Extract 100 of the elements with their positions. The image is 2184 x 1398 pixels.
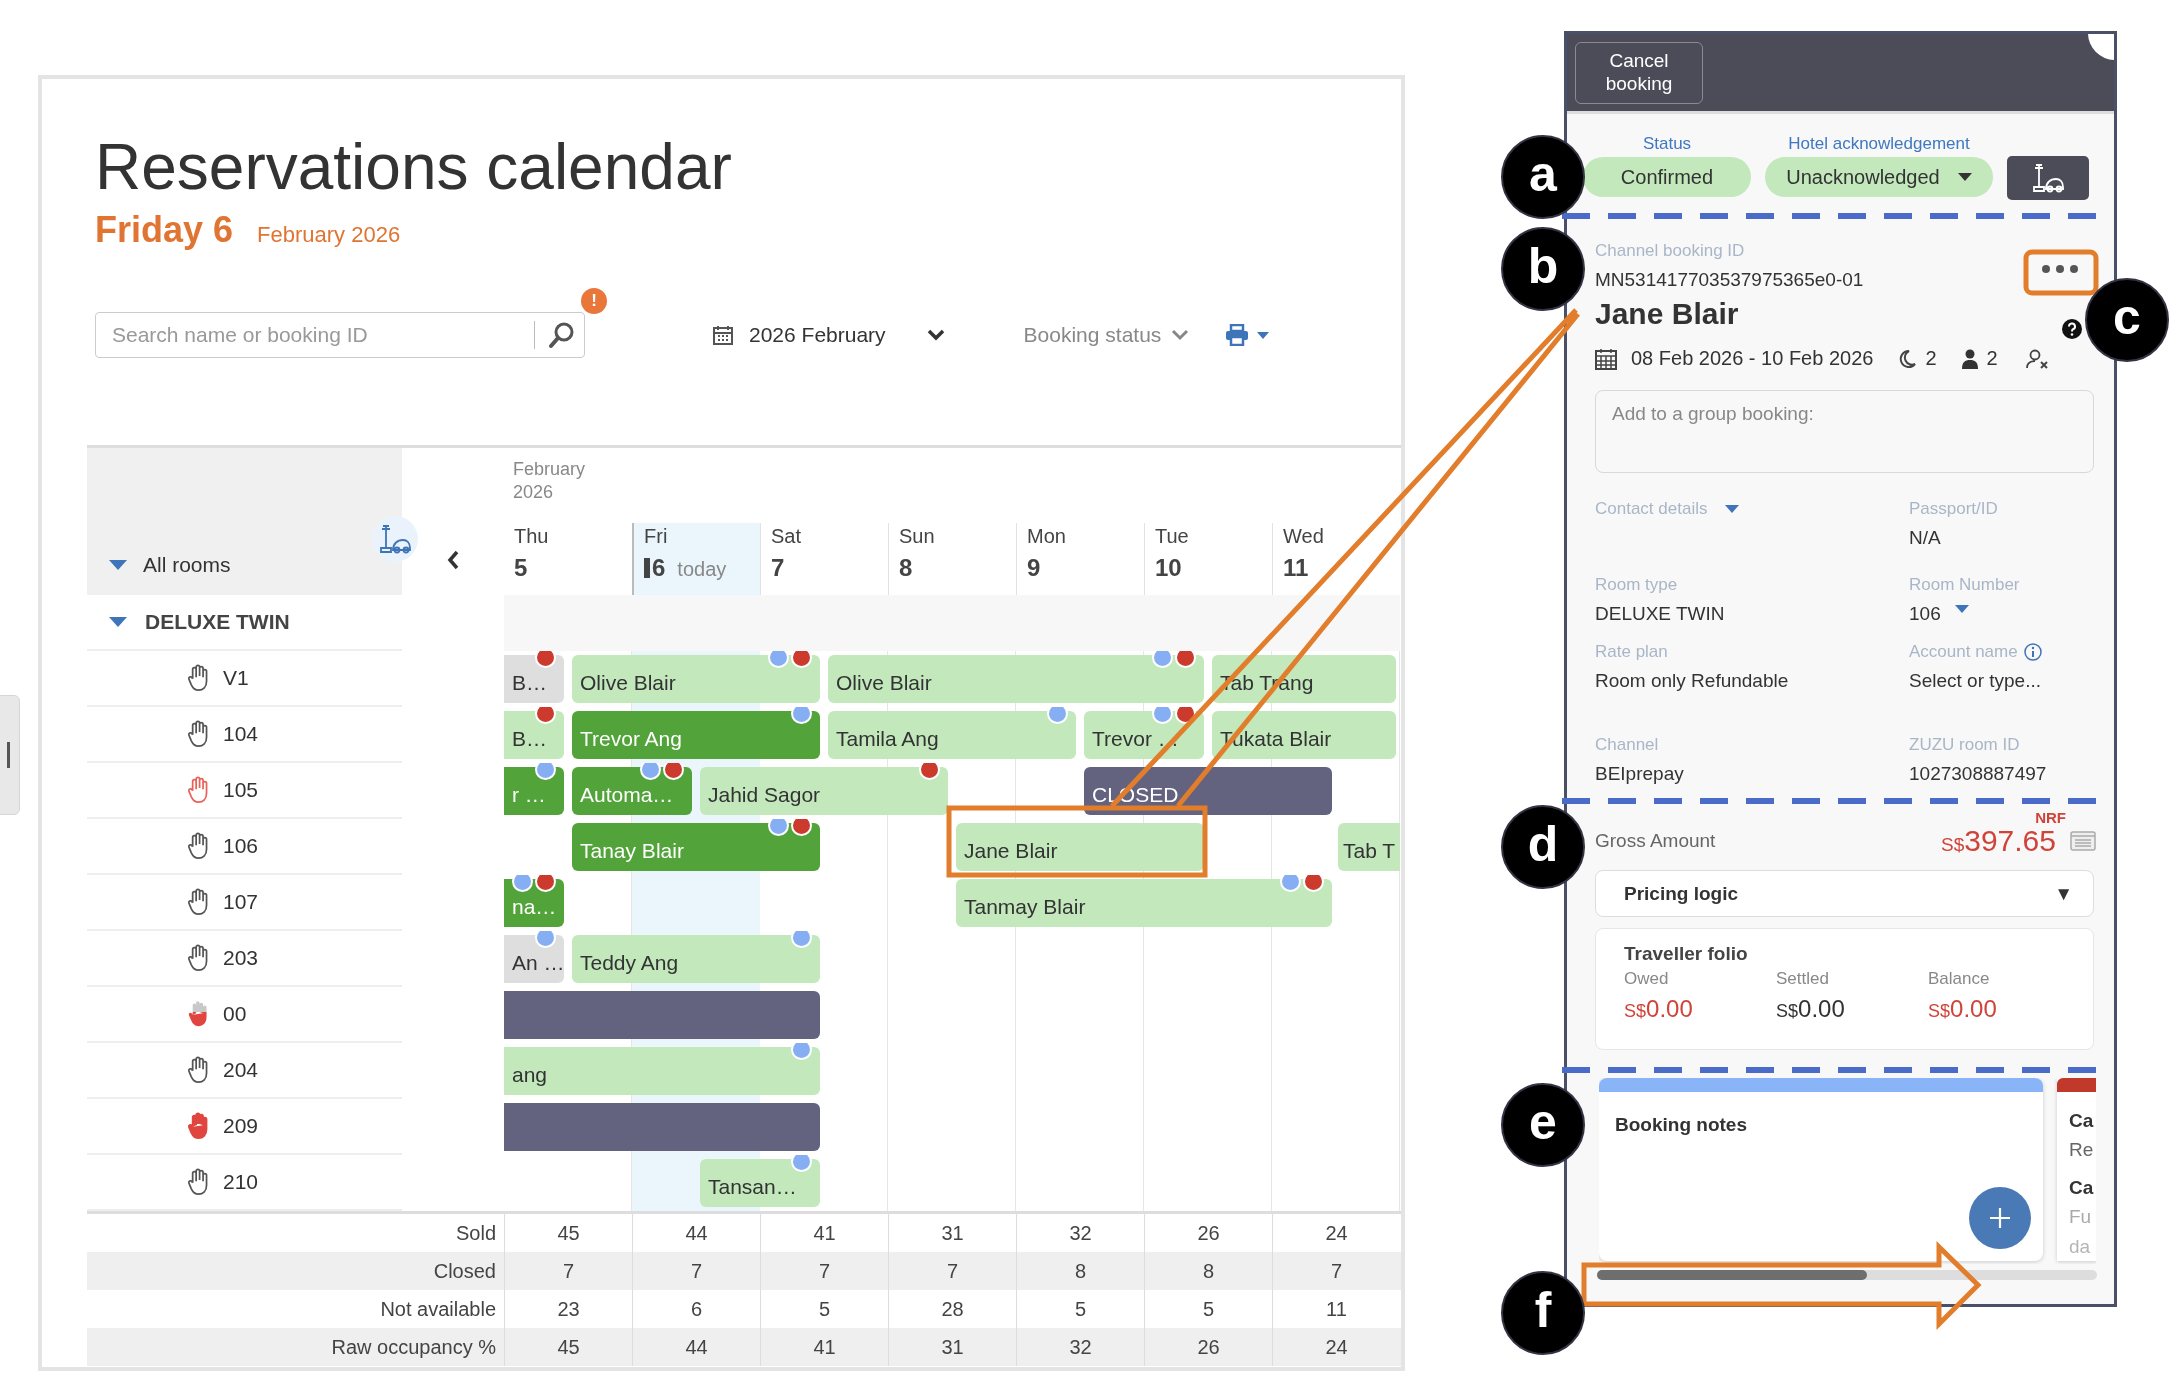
card-text: Ca bbox=[2068, 1175, 2095, 1200]
folio-label: Balance bbox=[1928, 969, 1991, 989]
printer-icon bbox=[1225, 324, 1250, 346]
field-label: Room Number bbox=[1909, 575, 2021, 595]
housekeeping-button[interactable] bbox=[372, 516, 418, 562]
summary-value: 7 bbox=[818, 1259, 831, 1283]
room-type-group[interactable]: DELUXE TWIN bbox=[87, 595, 402, 651]
account-name-field[interactable]: Select or type... bbox=[1909, 670, 2096, 692]
summary-value: 7 bbox=[690, 1259, 703, 1283]
field-value: DELUXE TWIN bbox=[1595, 603, 1726, 625]
folio-label: Owed bbox=[1624, 969, 1670, 989]
summary-value: 5 bbox=[1202, 1297, 1215, 1321]
page-title: Reservations calendar bbox=[95, 135, 733, 199]
card-title: Booking notes bbox=[1614, 1113, 1748, 1136]
room-number: 104 bbox=[223, 722, 259, 746]
summary-value: 26 bbox=[1197, 1221, 1220, 1245]
gross-amount: S$397.65 bbox=[1941, 824, 2056, 858]
summary-value: 45 bbox=[557, 1221, 580, 1245]
booking-status-dropdown[interactable]: Booking status bbox=[1023, 323, 1190, 347]
folio-amount: S$0.00 bbox=[1624, 995, 1694, 1023]
callout-badge: e bbox=[1501, 1083, 1585, 1167]
moon-icon bbox=[1897, 348, 1918, 369]
summary-value: 31 bbox=[941, 1335, 964, 1359]
info-icon[interactable] bbox=[2023, 643, 2042, 661]
card-title: Traveller folio bbox=[1624, 943, 1749, 965]
summary-value: 8 bbox=[1202, 1259, 1215, 1283]
nights-count: 2 bbox=[1925, 347, 1937, 370]
stay-dates: 08 Feb 2026 - 10 Feb 2026 bbox=[1631, 347, 1874, 370]
current-day: Friday 6 bbox=[95, 209, 234, 251]
remove-person-icon[interactable] bbox=[2025, 348, 2050, 369]
field-label: ZUZU room ID bbox=[1909, 735, 2021, 755]
cancel-booking-button[interactable]: Cancel booking bbox=[1575, 42, 1703, 104]
person-icon bbox=[1960, 348, 1979, 369]
day-header[interactable]: Thu 5 bbox=[504, 523, 632, 595]
calendar-icon bbox=[1595, 347, 1617, 370]
summary-value: 28 bbox=[941, 1297, 964, 1321]
summary-label: Sold bbox=[455, 1221, 496, 1245]
side-panel-handle[interactable] bbox=[0, 695, 20, 815]
summary-value: 41 bbox=[813, 1335, 836, 1359]
card-text: da bbox=[2068, 1234, 2092, 1259]
folio-amount: S$0.00 bbox=[1928, 995, 1998, 1023]
room-number: 105 bbox=[223, 778, 259, 802]
card-accent-bar bbox=[2057, 1078, 2096, 1092]
summary-value: 5 bbox=[818, 1297, 831, 1321]
pricing-logic-dropdown[interactable]: Pricing logic ▼ bbox=[1595, 870, 2094, 917]
room-number: 106 bbox=[223, 834, 259, 858]
callout-badge: f bbox=[1501, 1271, 1585, 1355]
period-label: February 2026 bbox=[513, 458, 587, 505]
summary-value: 7 bbox=[1330, 1259, 1343, 1283]
card-text: Fu bbox=[2068, 1205, 2093, 1230]
field-label: Room type bbox=[1595, 575, 1679, 595]
field-value: Room only Refundable bbox=[1595, 670, 1790, 692]
callout-badge: d bbox=[1501, 805, 1585, 889]
booking-id: MN531417703537975365e0-01 bbox=[1595, 269, 1864, 291]
cleaning-cart-icon bbox=[378, 524, 412, 554]
summary-value: 8 bbox=[1074, 1259, 1087, 1283]
group-booking-field[interactable]: Add to a group booking: bbox=[1595, 390, 2094, 473]
room-number: 107 bbox=[223, 890, 259, 914]
month-picker[interactable]: 2026 February bbox=[713, 323, 886, 347]
current-month: February 2026 bbox=[257, 222, 401, 248]
summary-value: 24 bbox=[1325, 1221, 1348, 1245]
summary-value: 24 bbox=[1325, 1335, 1348, 1359]
room-number: V1 bbox=[223, 666, 249, 690]
callout-badge: a bbox=[1501, 135, 1585, 219]
card-text: Re bbox=[2068, 1138, 2095, 1163]
housekeeping-button[interactable] bbox=[2007, 156, 2089, 200]
room-number: 00 bbox=[223, 1002, 247, 1026]
callout-badge: c bbox=[2085, 278, 2169, 362]
summary-value: 23 bbox=[557, 1297, 580, 1321]
booking-bar[interactable]: Tab T bbox=[1338, 823, 1400, 871]
summary-value: 6 bbox=[690, 1297, 703, 1321]
day-header[interactable]: Fri 6 today bbox=[632, 523, 760, 595]
field-value: N/A bbox=[1909, 527, 1942, 549]
dropdown-caret-icon[interactable] bbox=[1954, 605, 1969, 613]
field-label: Account name bbox=[1909, 642, 2018, 662]
summary-value: 32 bbox=[1069, 1221, 1092, 1245]
help-icon[interactable] bbox=[2062, 319, 2082, 339]
summary-value: 44 bbox=[685, 1221, 708, 1245]
print-button[interactable] bbox=[1225, 324, 1270, 346]
field-label: Channel bbox=[1595, 735, 1660, 755]
summary-value: 7 bbox=[946, 1259, 959, 1283]
field-label: Rate plan bbox=[1595, 642, 1669, 662]
summary-value: 7 bbox=[562, 1259, 575, 1283]
search-field[interactable]: Search name or booking ID bbox=[95, 312, 585, 358]
summary-label: Closed bbox=[433, 1259, 496, 1283]
calendar-icon bbox=[713, 325, 733, 345]
folio-label: Settled bbox=[1776, 969, 1830, 989]
today-marker bbox=[644, 558, 650, 578]
chevron-down-icon[interactable] bbox=[925, 328, 946, 342]
booking-bar[interactable]: Jane Blair bbox=[956, 823, 1204, 871]
scrollbar[interactable] bbox=[1597, 1270, 2097, 1280]
all-rooms-toggle[interactable]: All rooms bbox=[109, 553, 231, 577]
chevron-down-icon bbox=[1171, 329, 1190, 341]
status-pill[interactable]: Confirmed bbox=[1583, 157, 1751, 197]
room-number: 210 bbox=[223, 1170, 259, 1194]
summary-value: 41 bbox=[813, 1221, 836, 1245]
status-label: Status bbox=[1642, 134, 1692, 154]
acknowledgement-dropdown[interactable]: Unacknowledged bbox=[1765, 157, 1993, 197]
previous-button[interactable] bbox=[446, 549, 460, 571]
summary-value: 45 bbox=[557, 1335, 580, 1359]
